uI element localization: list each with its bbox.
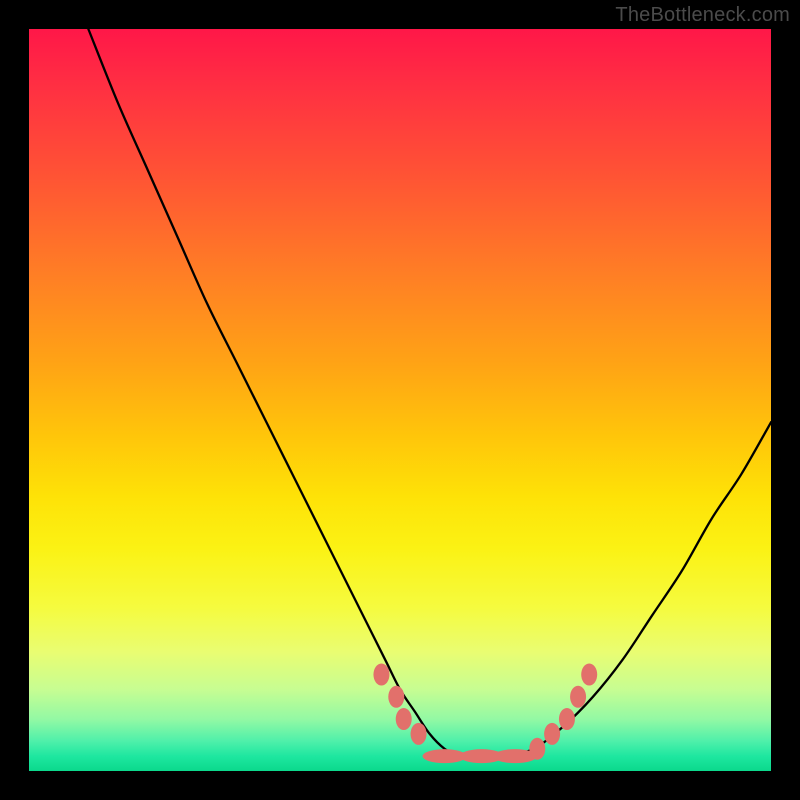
marker-dot <box>396 708 412 730</box>
bottleneck-curve-svg <box>29 29 771 771</box>
marker-dot <box>581 664 597 686</box>
marker-dot <box>388 686 404 708</box>
marker-dot <box>529 738 545 760</box>
marker-dot <box>544 723 560 745</box>
plot-area <box>29 29 771 771</box>
bottleneck-curve-path <box>88 29 771 757</box>
marker-dot <box>559 708 575 730</box>
watermark-label: TheBottleneck.com <box>615 4 790 27</box>
marker-dot <box>373 664 389 686</box>
curve-markers <box>373 664 597 764</box>
marker-dot <box>411 723 427 745</box>
marker-dot <box>570 686 586 708</box>
chart-frame: TheBottleneck.com <box>0 0 800 800</box>
